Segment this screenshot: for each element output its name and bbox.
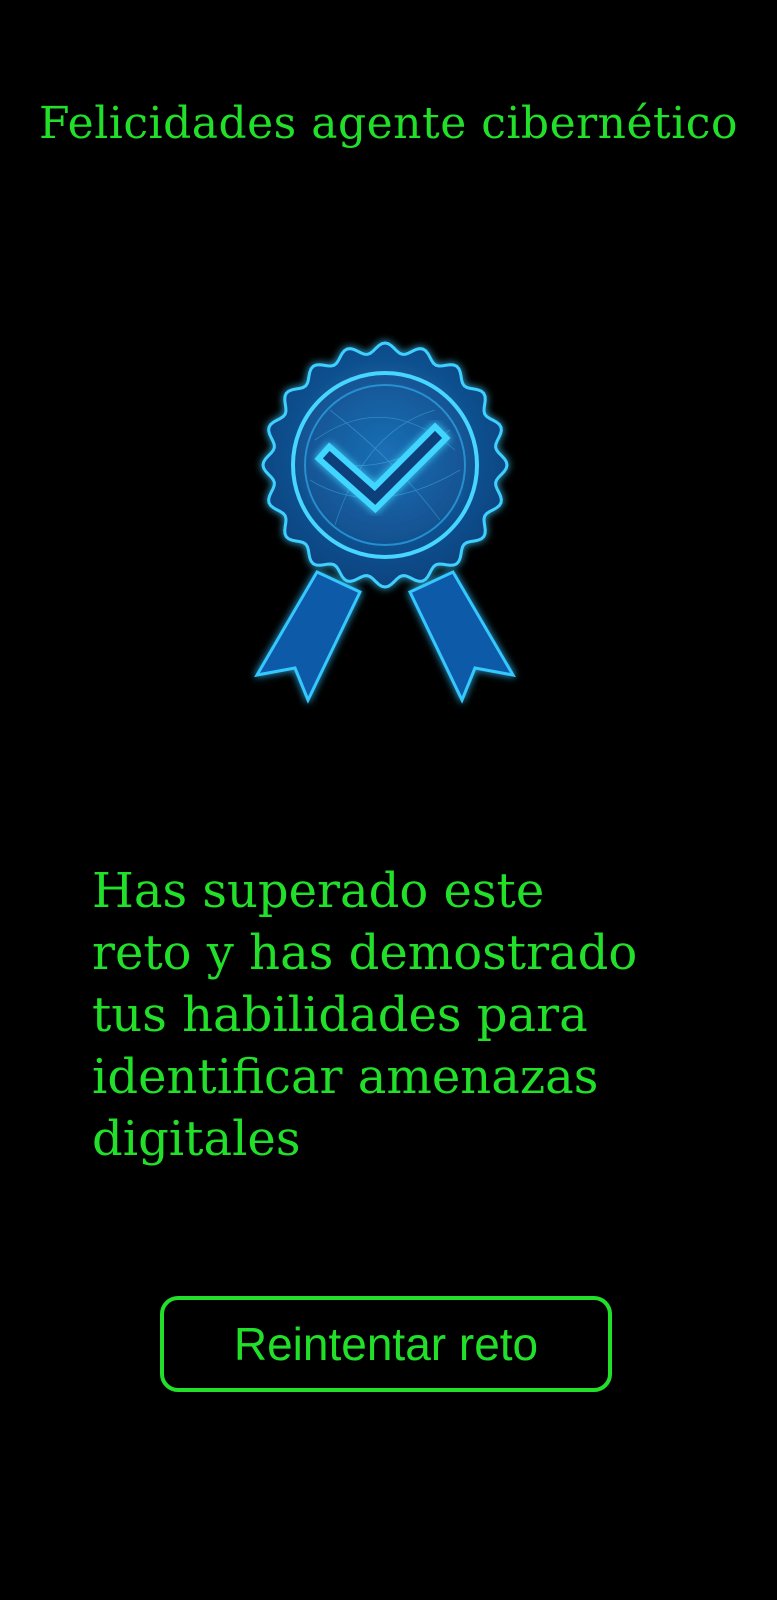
ribbon-left xyxy=(254,570,363,704)
page-title: Felicidades agente cibernético xyxy=(39,98,738,149)
retry-challenge-button[interactable]: Reintentar reto xyxy=(160,1296,612,1392)
award-badge-icon xyxy=(235,330,535,710)
ribbon-right xyxy=(407,570,516,704)
success-message: Has superado este reto y has demostrado … xyxy=(92,863,638,1167)
success-screen: Felicidades agente cibernético Has super… xyxy=(0,0,777,1600)
seal xyxy=(261,341,509,589)
